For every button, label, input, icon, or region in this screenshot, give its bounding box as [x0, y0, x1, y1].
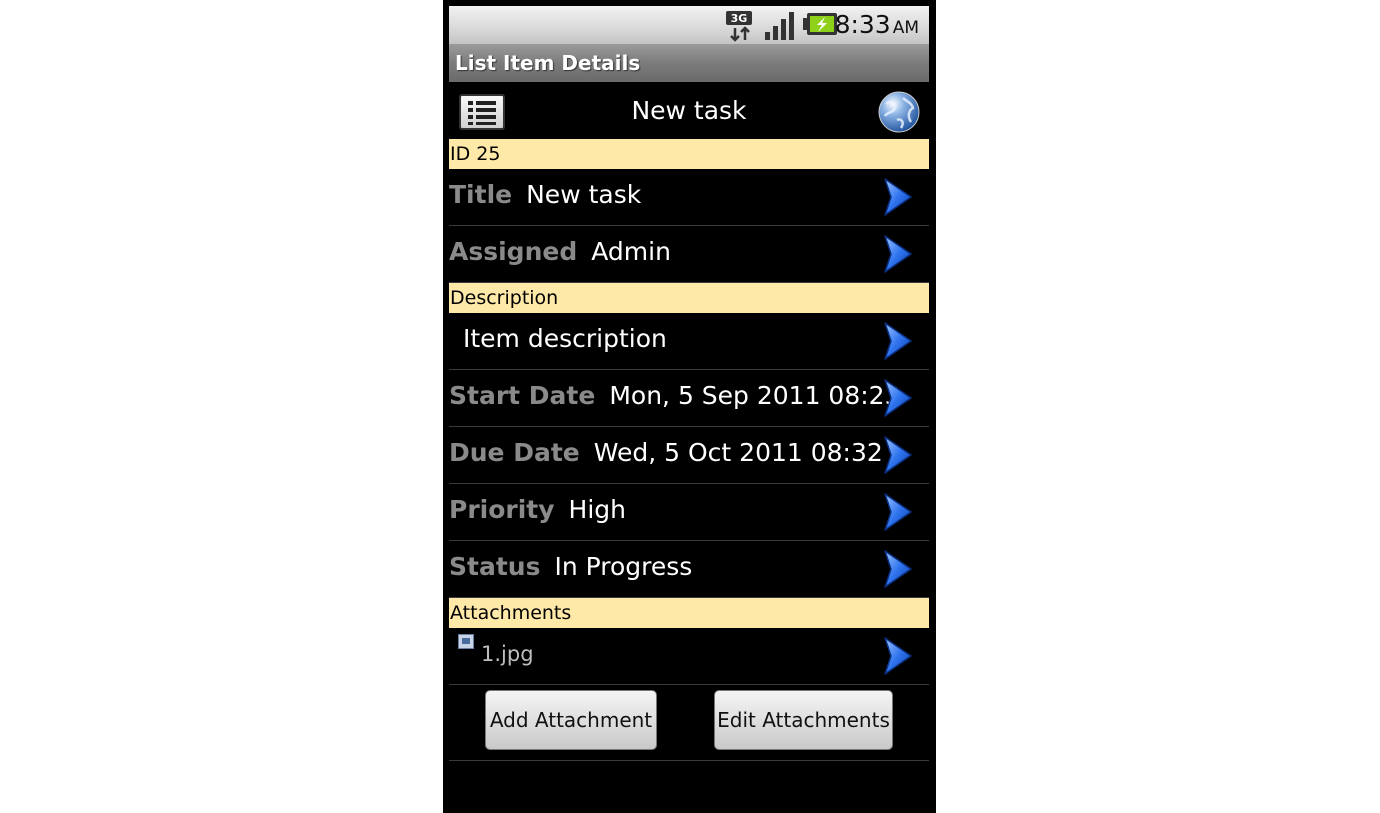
description-section: Description [449, 283, 929, 313]
chevron-right-icon[interactable] [881, 234, 915, 274]
assigned-label: Assigned Admin [449, 237, 671, 266]
title-label: Title New task [449, 180, 641, 209]
item-header: New task [449, 82, 929, 139]
chevron-right-icon[interactable] [881, 435, 915, 475]
chevron-right-icon[interactable] [881, 321, 915, 361]
chevron-right-icon[interactable] [881, 549, 915, 589]
status-label: Status In Progress [449, 552, 692, 581]
chevron-right-icon[interactable] [881, 378, 915, 418]
status-value: In Progress [554, 552, 693, 581]
start-date-row[interactable]: Start Date Mon, 5 Sep 2011 08:23 [449, 370, 929, 427]
due-date-label: Due Date Wed, 5 Oct 2011 08:32 [449, 438, 883, 467]
priority-row[interactable]: Priority High [449, 484, 929, 541]
description-label: Item description [449, 324, 667, 353]
title-label-text: Title [449, 180, 513, 209]
image-file-icon [458, 634, 474, 649]
attachments-section: Attachments [449, 598, 929, 628]
signal-icon [765, 12, 794, 40]
attachment-filename: 1.jpg [481, 642, 534, 666]
chevron-right-icon[interactable] [881, 492, 915, 532]
globe-icon[interactable] [877, 90, 921, 134]
priority-label: Priority High [449, 495, 626, 524]
item-title-header: New task [631, 96, 747, 125]
start-date-value: Mon, 5 Sep 2011 08:23 [609, 381, 901, 410]
description-value: Item description [463, 324, 667, 353]
app-title-bar: List Item Details [449, 44, 929, 82]
status-row[interactable]: Status In Progress [449, 541, 929, 598]
description-row[interactable]: Item description [449, 313, 929, 370]
start-date-label-text: Start Date [449, 381, 596, 410]
status-label-text: Status [449, 552, 541, 581]
bottom-divider [449, 760, 929, 761]
clock-ampm: AM [892, 18, 919, 38]
chevron-right-icon[interactable] [881, 177, 915, 217]
priority-label-text: Priority [449, 495, 555, 524]
phone-frame: 3G 8:33 AM List Item Details New task ID… [443, 0, 936, 813]
title-row[interactable]: Title New task [449, 169, 929, 226]
due-date-label-text: Due Date [449, 438, 580, 467]
priority-value: High [568, 495, 627, 524]
due-date-value: Wed, 5 Oct 2011 08:32 [593, 438, 883, 467]
status-bar: 3G 8:33 AM [449, 6, 929, 44]
clock: 8:33 AM [835, 10, 919, 39]
id-section: ID 25 [449, 139, 929, 169]
screen: 3G 8:33 AM List Item Details New task ID… [449, 6, 929, 813]
3g-icon: 3G [726, 11, 752, 42]
svg-text:3G: 3G [731, 12, 748, 25]
title-value: New task [526, 180, 642, 209]
attachment-row[interactable]: 1.jpg [449, 628, 929, 685]
assigned-value: Admin [591, 237, 671, 266]
clock-time: 8:33 [834, 10, 891, 39]
assigned-row[interactable]: Assigned Admin [449, 226, 929, 283]
app-title: List Item Details [455, 51, 641, 75]
chevron-right-icon[interactable] [881, 636, 915, 676]
due-date-row[interactable]: Due Date Wed, 5 Oct 2011 08:32 [449, 427, 929, 484]
add-attachment-button[interactable]: Add Attachment [485, 690, 657, 750]
start-date-label: Start Date Mon, 5 Sep 2011 08:23 [449, 381, 900, 410]
edit-attachments-button[interactable]: Edit Attachments [714, 690, 893, 750]
assigned-label-text: Assigned [449, 237, 578, 266]
